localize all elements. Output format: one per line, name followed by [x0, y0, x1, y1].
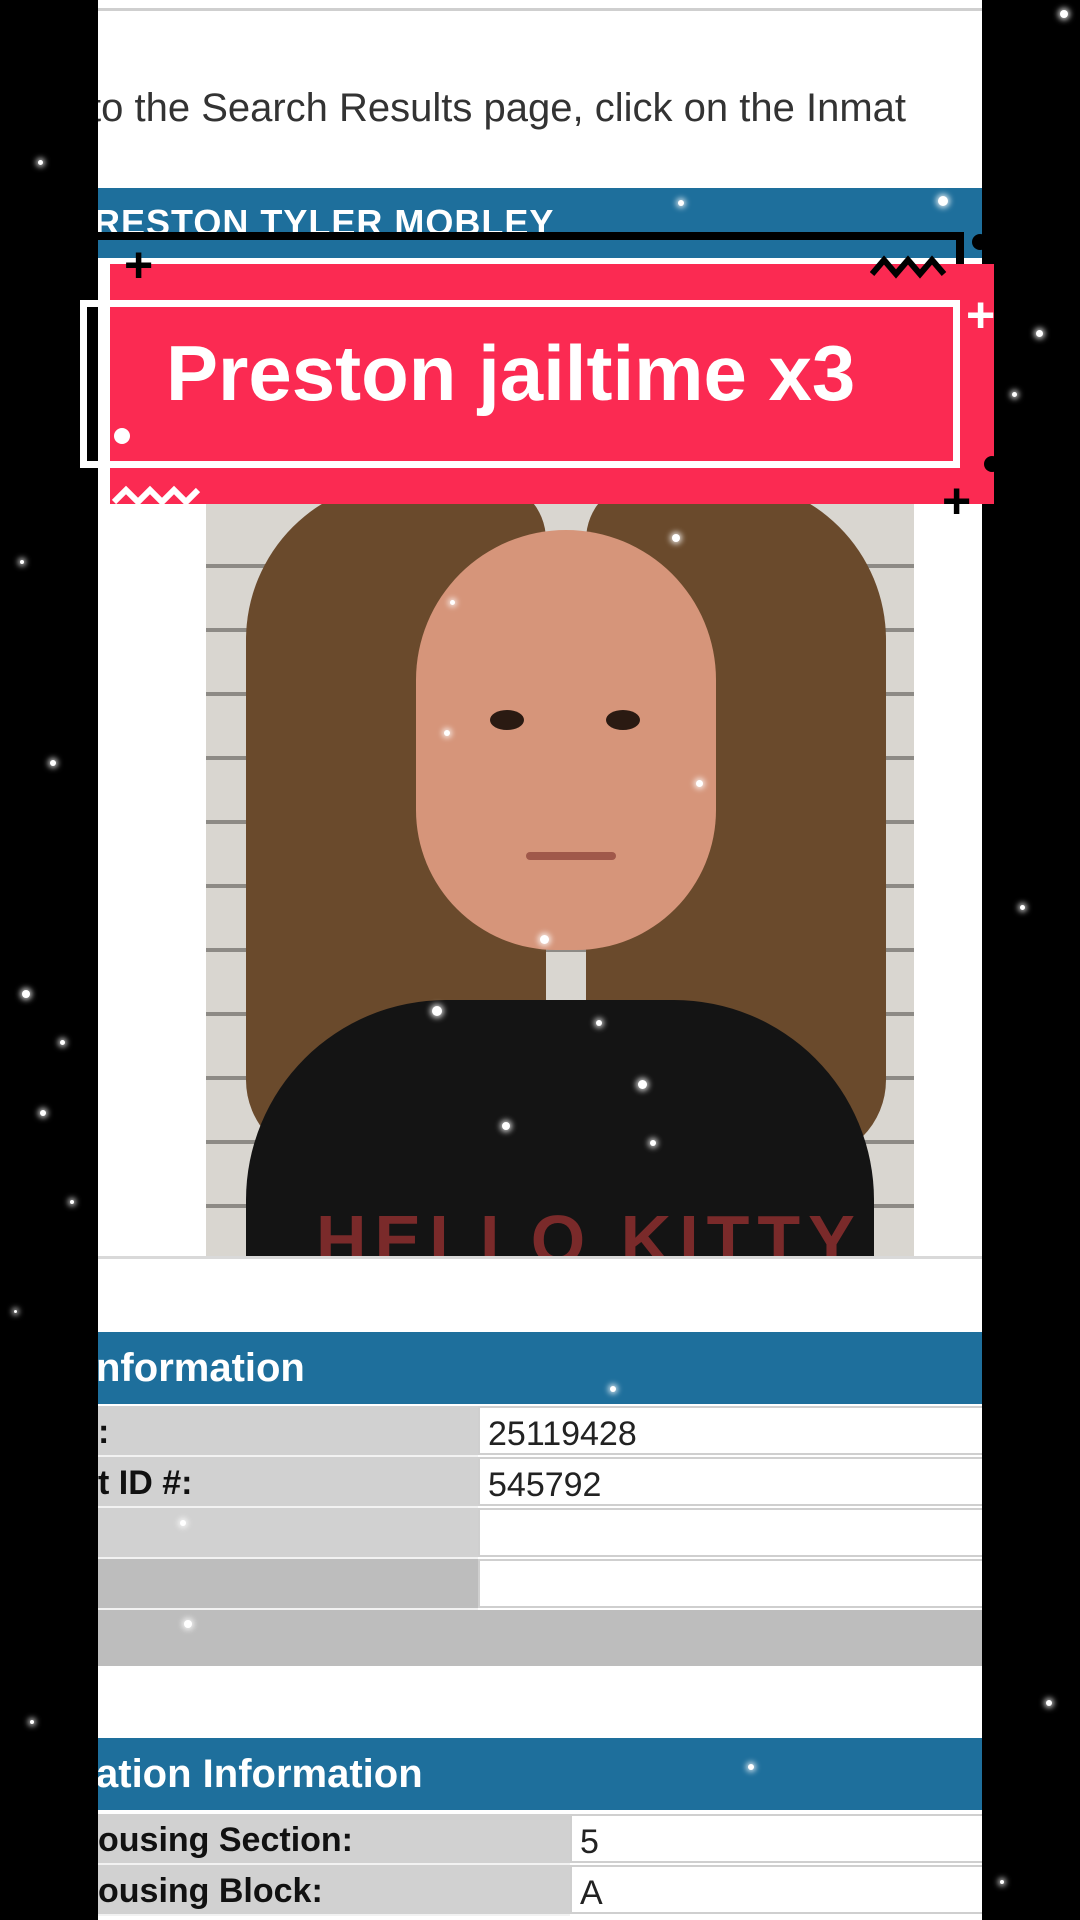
- table-row: : 25119428: [98, 1406, 982, 1457]
- dot-icon: [114, 428, 130, 444]
- star: [14, 1310, 17, 1313]
- row-value-cell: [478, 1508, 982, 1557]
- sparkle: [672, 534, 680, 542]
- zigzag-icon: [112, 485, 201, 507]
- star: [50, 760, 56, 766]
- booking-section-header: nformation: [98, 1332, 982, 1404]
- star: [60, 1040, 65, 1045]
- mugshot-photo: HELLO KITTY: [206, 440, 914, 1256]
- dot-icon: [984, 456, 1000, 472]
- star: [1060, 10, 1068, 18]
- location-section-title: ation Information: [98, 1752, 423, 1796]
- dot-icon: [972, 234, 988, 250]
- divider: [98, 1256, 982, 1259]
- row-label: :: [98, 1413, 110, 1451]
- row-label-cell: :: [98, 1406, 478, 1457]
- title-decor-line-top: [98, 232, 962, 240]
- sparkle: [938, 196, 948, 206]
- sparkle: [638, 1080, 647, 1089]
- star: [30, 1720, 34, 1724]
- plus-icon: +: [966, 287, 996, 343]
- face: [416, 530, 716, 950]
- row-label-cell: ousing Block:: [98, 1865, 570, 1916]
- location-section-header: ation Information: [98, 1738, 982, 1810]
- booking-number: 25119428: [488, 1415, 637, 1453]
- sparkle: [540, 935, 549, 944]
- inmate-name-bar: RESTON TYLER MOBLEY: [98, 188, 982, 258]
- row-label: ousing Section:: [98, 1821, 353, 1859]
- booking-section-title: nformation: [98, 1346, 305, 1390]
- mouth: [526, 852, 616, 860]
- row-value-cell: [478, 1559, 982, 1608]
- row-value-cell: 545792: [478, 1457, 982, 1506]
- row-value-cell: A: [570, 1865, 982, 1914]
- sparkle: [610, 1386, 616, 1392]
- star: [1020, 905, 1025, 910]
- row-value-cell: 25119428: [478, 1406, 982, 1455]
- shirt-print: HELLO KITTY: [316, 1201, 863, 1256]
- zigzag-icon: [870, 255, 947, 279]
- star: [1000, 1880, 1004, 1884]
- table-row: t ID #: 545792: [98, 1457, 982, 1508]
- sparkle: [180, 1520, 186, 1526]
- title-frame: [80, 300, 960, 468]
- sparkle: [502, 1122, 510, 1130]
- instruction-text: to the Search Results page, click on the…: [98, 86, 906, 130]
- sparkle: [696, 780, 703, 787]
- subject-id: 545792: [488, 1466, 602, 1504]
- table-row: [98, 1508, 982, 1559]
- row-label-cell: [98, 1559, 478, 1610]
- row-label-cell: ousing Section:: [98, 1814, 570, 1865]
- sparkle: [650, 1140, 656, 1146]
- table-row: ousing Section: 5: [98, 1814, 982, 1865]
- housing-block-value: A: [580, 1874, 603, 1912]
- top-divider: [98, 8, 982, 11]
- star: [20, 560, 24, 564]
- sparkle: [444, 730, 450, 736]
- row-label-cell: [98, 1508, 478, 1559]
- sparkle: [432, 1006, 442, 1016]
- sparkle: [450, 600, 455, 605]
- right-eye: [606, 710, 640, 730]
- table-row: [98, 1559, 982, 1610]
- table-row: ousing Block: A: [98, 1865, 982, 1916]
- row-value-cell: 5: [570, 1814, 982, 1863]
- table-footer-band: [98, 1610, 982, 1666]
- row-label: ousing Block:: [98, 1872, 323, 1910]
- star: [70, 1200, 74, 1204]
- row-label: t ID #:: [98, 1464, 193, 1502]
- row-label-cell: t ID #:: [98, 1457, 478, 1508]
- star: [1046, 1700, 1052, 1706]
- sparkle: [748, 1764, 754, 1770]
- sparkle: [678, 200, 684, 206]
- plus-icon: +: [942, 473, 972, 529]
- sparkle: [184, 1620, 192, 1628]
- star: [40, 1110, 46, 1116]
- star: [38, 160, 43, 165]
- star: [1036, 330, 1043, 337]
- sparkle: [596, 1020, 602, 1026]
- star: [22, 990, 30, 998]
- star: [1012, 392, 1017, 397]
- left-eye: [490, 710, 524, 730]
- plus-icon: +: [124, 237, 154, 293]
- housing-section-value: 5: [580, 1823, 599, 1861]
